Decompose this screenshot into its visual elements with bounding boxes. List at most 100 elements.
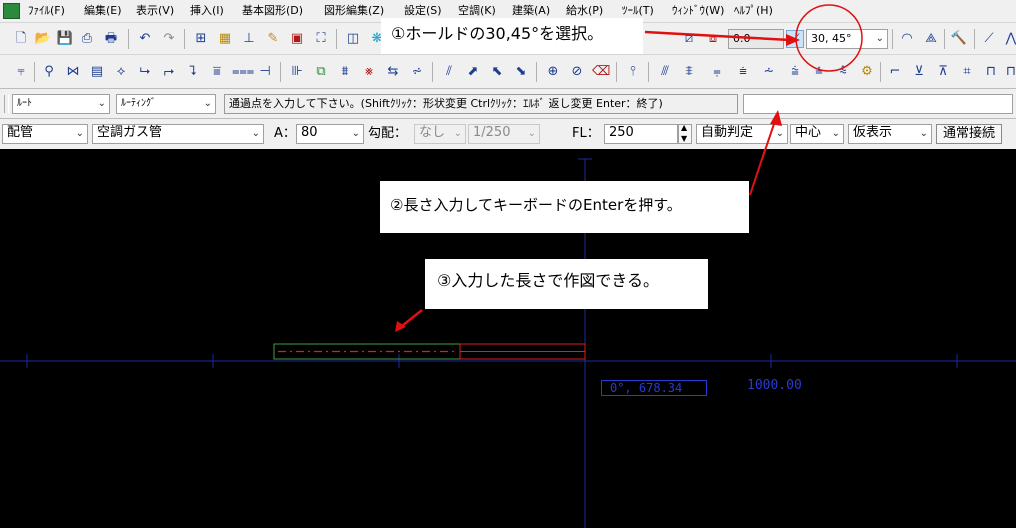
arc-icon[interactable]: ◠ bbox=[898, 30, 916, 48]
center-select[interactable]: 中心 ⌄ bbox=[790, 124, 844, 144]
auto-judge-select[interactable]: 自動判定 ⌄ bbox=[696, 124, 788, 144]
redo-icon[interactable]: ↷ bbox=[160, 30, 178, 48]
spin-down-icon[interactable]: ▼ bbox=[681, 134, 687, 144]
bracket-icon[interactable]: ⊓ bbox=[982, 63, 1000, 81]
fl-input[interactable]: 250 bbox=[604, 124, 678, 144]
layer-select[interactable]: ﾙｰﾄ ⌄ bbox=[12, 94, 110, 114]
save-icon[interactable]: 💾 bbox=[56, 30, 74, 48]
valve-icon[interactable]: ⋈ bbox=[64, 63, 82, 81]
hammer-icon[interactable]: 🔨 bbox=[950, 30, 968, 48]
center-value: 中心 bbox=[795, 125, 822, 140]
menu-plumbing[interactable]: 給水(P) bbox=[566, 4, 603, 18]
elbow-icon[interactable]: ⮡ bbox=[136, 63, 154, 81]
menu-tools[interactable]: ﾂｰﾙ(T) bbox=[622, 4, 654, 18]
system-select[interactable]: 空調ガス管 ⌄ bbox=[92, 124, 264, 144]
angle-length-readout: 0°, 678.34 bbox=[601, 380, 707, 396]
step3-callout: ③入力した長さで作図できる。 bbox=[425, 259, 708, 309]
offset-value-field[interactable]: 0.0 bbox=[728, 29, 784, 49]
spin-up-icon[interactable]: ▲ bbox=[681, 123, 687, 133]
pipe-route-icon[interactable]: ⫧ bbox=[12, 63, 30, 81]
layer-icon[interactable]: ▦ bbox=[216, 30, 234, 48]
grid-icon[interactable]: ⌗ bbox=[958, 63, 976, 81]
menu-settings[interactable]: 設定(S) bbox=[404, 4, 442, 18]
size-select[interactable]: 80 ⌄ bbox=[296, 124, 364, 144]
auto-route-icon[interactable]: ⬈ bbox=[464, 63, 482, 81]
frame-tool-icon[interactable]: ⊓ bbox=[1002, 63, 1016, 81]
symbol-icon[interactable]: ⩨ bbox=[680, 63, 698, 81]
level-icon[interactable]: ⊼ bbox=[934, 63, 952, 81]
trim-icon[interactable]: ⟁ bbox=[922, 30, 940, 48]
dim-vertical-icon[interactable]: ⩧ bbox=[734, 63, 752, 81]
menu-help[interactable]: ﾍﾙﾌﾟ(H) bbox=[734, 4, 773, 18]
menu-file[interactable]: ﾌｧｲﾙ(F) bbox=[28, 4, 65, 18]
chevron-down-icon: ⌄ bbox=[203, 98, 212, 109]
flange-icon[interactable]: ⩩ bbox=[336, 63, 354, 81]
equipment-icon[interactable]: ▤ bbox=[88, 63, 106, 81]
dim-horizontal-icon[interactable]: ⩦ bbox=[708, 63, 726, 81]
move-pipe-icon[interactable]: ⇆ bbox=[384, 63, 402, 81]
print-preview-icon[interactable]: ⎙ bbox=[78, 30, 96, 48]
tee-icon[interactable]: ⮣ bbox=[160, 63, 178, 81]
dim-angle-icon[interactable]: ⩭ bbox=[786, 63, 804, 81]
length-input[interactable] bbox=[743, 94, 1013, 114]
route-join-icon[interactable]: ⬊ bbox=[512, 63, 530, 81]
dim-series-icon[interactable]: ⩪ bbox=[760, 63, 778, 81]
menu-hvac[interactable]: 空調(K) bbox=[458, 4, 496, 18]
menu-shape-edit[interactable]: 図形編集(Z) bbox=[324, 4, 384, 18]
display-select[interactable]: 仮表示 ⌄ bbox=[848, 124, 932, 144]
menu-basic-shapes[interactable]: 基本図形(D) bbox=[242, 4, 303, 18]
cut-pipe-icon[interactable]: ⨳ bbox=[360, 63, 378, 81]
align-icon[interactable]: ⊪ bbox=[288, 63, 306, 81]
note-icon[interactable]: ⚙ bbox=[858, 63, 876, 81]
pipe-split-icon[interactable]: ⩶ bbox=[232, 63, 254, 81]
parallel-pipe-icon[interactable]: ⩸ bbox=[208, 63, 226, 81]
undo-icon[interactable]: ↶ bbox=[136, 30, 154, 48]
category-select[interactable]: 配管 ⌄ bbox=[2, 124, 88, 144]
frame-icon[interactable]: ▣ bbox=[288, 30, 306, 48]
dimension-icon[interactable]: ⊥ bbox=[240, 30, 258, 48]
delete-pipe-icon[interactable]: ⊘ bbox=[568, 63, 586, 81]
riser-icon[interactable]: ⮧ bbox=[184, 63, 202, 81]
slope-label: 勾配： bbox=[368, 126, 408, 141]
offset-icon[interactable]: ⧄ bbox=[680, 30, 698, 48]
menu-insert[interactable]: 挿入(I) bbox=[190, 4, 224, 18]
pipe-height-icon[interactable]: ⩫ bbox=[408, 63, 426, 81]
menu-edit[interactable]: 編集(E) bbox=[84, 4, 122, 18]
route-edit-icon[interactable]: ⬉ bbox=[488, 63, 506, 81]
menu-architecture[interactable]: 建築(A) bbox=[512, 4, 550, 18]
slope-ratio-select[interactable]: 1/250 ⌄ bbox=[468, 124, 540, 144]
print-icon[interactable]: 🖶 bbox=[102, 30, 120, 48]
polyline-icon[interactable]: ⋀ bbox=[1002, 30, 1016, 48]
menu-view[interactable]: 表示(V) bbox=[136, 4, 174, 18]
reducer-icon[interactable]: ⟡ bbox=[112, 63, 130, 81]
leader-icon[interactable]: ⩯ bbox=[834, 63, 852, 81]
new-file-icon[interactable]: 🗋 bbox=[12, 30, 30, 48]
fit-screen-icon[interactable]: ⛶ bbox=[312, 30, 330, 48]
callout-icon[interactable]: ⌐ bbox=[886, 63, 904, 81]
height-mark-icon[interactable]: ⊻ bbox=[910, 63, 928, 81]
slope-icon[interactable]: ⫽ bbox=[440, 63, 458, 81]
fl-spinner[interactable]: ▲ ▼ bbox=[678, 123, 692, 144]
zoom-window-icon[interactable]: ⊞ bbox=[192, 30, 210, 48]
connect-icon[interactable]: ⊣ bbox=[256, 63, 274, 81]
connect-mode-button[interactable]: 通常接続 bbox=[936, 124, 1002, 144]
pipe-end-icon[interactable]: ⫯ bbox=[624, 63, 642, 81]
hold-angle-icon[interactable]: ⟋ bbox=[786, 30, 804, 48]
paint-icon[interactable]: ✎ bbox=[264, 30, 282, 48]
line-icon[interactable]: ⟋ bbox=[980, 30, 998, 48]
hold-angle-select[interactable]: 30, 45° ⌄ bbox=[806, 29, 888, 49]
offset-tool-icon[interactable]: ⧈ bbox=[704, 30, 722, 48]
mode-select[interactable]: ﾙｰﾃｨﾝｸﾞ ⌄ bbox=[116, 94, 216, 114]
scale-value-text: 1000.00 bbox=[747, 378, 802, 393]
open-folder-icon[interactable]: 📂 bbox=[34, 30, 52, 48]
menu-window[interactable]: ｳｨﾝﾄﾞｳ(W) bbox=[672, 4, 724, 18]
branch-icon[interactable]: ⚲ bbox=[40, 63, 58, 81]
insulation-icon[interactable]: ⧉ bbox=[312, 63, 330, 81]
slope-select[interactable]: なし ⌄ bbox=[414, 124, 466, 144]
split-view-icon[interactable]: ◫ bbox=[344, 30, 362, 48]
hatch-icon[interactable]: ⫻ bbox=[656, 63, 674, 81]
slope-value: なし bbox=[419, 125, 446, 140]
target-icon[interactable]: ⊕ bbox=[544, 63, 562, 81]
dim-total-icon[interactable]: ⩮ bbox=[810, 63, 828, 81]
eraser-icon[interactable]: ⌫ bbox=[592, 63, 610, 81]
